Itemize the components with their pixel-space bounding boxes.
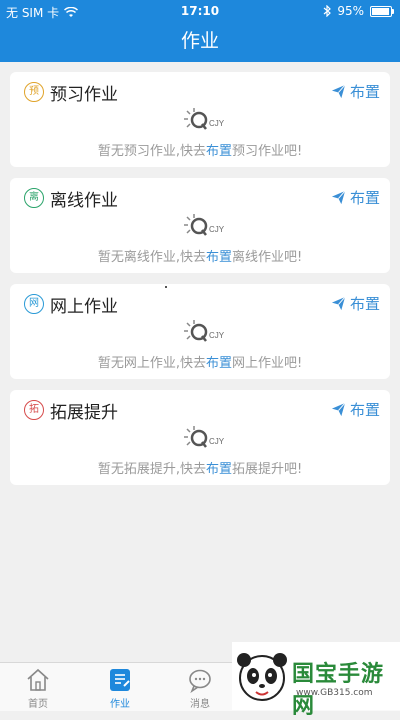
home-icon bbox=[27, 668, 49, 691]
bluetooth-icon bbox=[323, 5, 332, 17]
card-title: 离线作业 bbox=[50, 191, 118, 211]
assign-label: 布置 bbox=[349, 83, 380, 101]
empty-text: 暂无预习作业,快去 bbox=[97, 144, 206, 159]
logo-text: CJY bbox=[209, 437, 225, 446]
tab-home[interactable]: 首页 bbox=[8, 667, 68, 710]
tab-label: 作业 bbox=[110, 699, 130, 710]
assign-link[interactable]: 布置 bbox=[206, 144, 232, 159]
stray-dot bbox=[165, 286, 167, 288]
watermark: 国宝手游网 www.GB315.com bbox=[232, 642, 400, 719]
cjy-logo-icon: CJY bbox=[184, 214, 225, 236]
offline-badge-icon: 离 bbox=[24, 188, 44, 208]
tab-label: 消息 bbox=[190, 699, 210, 710]
assign-label: 布置 bbox=[349, 401, 380, 419]
empty-message: 暂无离线作业,快去布置离线作业吧! bbox=[10, 246, 390, 265]
paper-plane-icon bbox=[331, 84, 346, 99]
card-title: 拓展提升 bbox=[50, 403, 118, 423]
watermark-url: www.GB315.com bbox=[296, 688, 373, 698]
empty-message: 暂无拓展提升,快去布置拓展提升吧! bbox=[10, 458, 390, 477]
assign-link[interactable]: 布置 bbox=[206, 356, 232, 371]
card-extension: 拓 拓展提升 布置 CJY 暂无拓展提升,快去布置拓展提升吧! bbox=[10, 390, 390, 485]
assign-button[interactable]: 布置 bbox=[331, 293, 380, 314]
nav-bar: 作业 bbox=[0, 22, 400, 62]
battery-fill bbox=[372, 7, 390, 15]
homework-icon bbox=[110, 669, 130, 691]
extension-badge-icon: 拓 bbox=[24, 400, 44, 420]
paper-plane-icon bbox=[331, 296, 346, 311]
battery-percent: 95% bbox=[337, 4, 364, 18]
empty-text-suffix: 预习作业吧! bbox=[231, 144, 303, 159]
cjy-logo-icon: CJY bbox=[184, 108, 225, 130]
preview-badge-icon: 预 bbox=[24, 82, 44, 102]
page-title: 作业 bbox=[180, 30, 219, 52]
cjy-logo-icon: CJY bbox=[184, 426, 225, 448]
logo-text: CJY bbox=[209, 225, 225, 234]
assign-button[interactable]: 布置 bbox=[331, 81, 380, 102]
status-right: 95% bbox=[323, 4, 394, 18]
empty-message: 暂无预习作业,快去布置预习作业吧! bbox=[10, 140, 390, 159]
empty-text-suffix: 网上作业吧! bbox=[231, 356, 303, 371]
tab-label: 首页 bbox=[28, 699, 48, 710]
card-title: 网上作业 bbox=[50, 297, 118, 317]
panda-logo-icon bbox=[237, 653, 287, 701]
empty-text: 暂无离线作业,快去 bbox=[97, 250, 206, 265]
cjy-logo-icon: CJY bbox=[184, 320, 225, 342]
paper-plane-icon bbox=[331, 402, 346, 417]
card-online-homework: 网 网上作业 布置 CJY 暂无网上作业,快去布置网上作业吧! bbox=[10, 284, 390, 379]
paper-plane-icon bbox=[331, 190, 346, 205]
empty-text-suffix: 离线作业吧! bbox=[231, 250, 303, 265]
assign-link[interactable]: 布置 bbox=[206, 462, 232, 477]
empty-text-suffix: 拓展提升吧! bbox=[231, 462, 303, 477]
assign-label: 布置 bbox=[349, 295, 380, 313]
card-title: 预习作业 bbox=[50, 85, 118, 105]
assign-button[interactable]: 布置 bbox=[331, 187, 380, 208]
status-bar: 无 SIM 卡 17:10 95% bbox=[0, 0, 400, 22]
assign-link[interactable]: 布置 bbox=[206, 250, 232, 265]
tab-homework[interactable]: 作业 bbox=[90, 667, 150, 710]
message-icon bbox=[189, 669, 211, 693]
assign-button[interactable]: 布置 bbox=[331, 399, 380, 420]
empty-text: 暂无拓展提升,快去 bbox=[97, 462, 206, 477]
empty-message: 暂无网上作业,快去布置网上作业吧! bbox=[10, 352, 390, 371]
online-badge-icon: 网 bbox=[24, 294, 44, 314]
assign-label: 布置 bbox=[349, 189, 380, 207]
card-offline-homework: 离 离线作业 布置 CJY 暂无离线作业,快去布置离线作业吧! bbox=[10, 178, 390, 273]
card-preview-homework: 预 预习作业 布置 CJY 暂无预习作业,快去布置预习作业吧! bbox=[10, 72, 390, 167]
logo-text: CJY bbox=[209, 331, 225, 340]
empty-text: 暂无网上作业,快去 bbox=[97, 356, 206, 371]
battery-icon bbox=[370, 5, 394, 17]
tab-messages[interactable]: 消息 bbox=[170, 667, 230, 710]
logo-text: CJY bbox=[209, 119, 225, 128]
